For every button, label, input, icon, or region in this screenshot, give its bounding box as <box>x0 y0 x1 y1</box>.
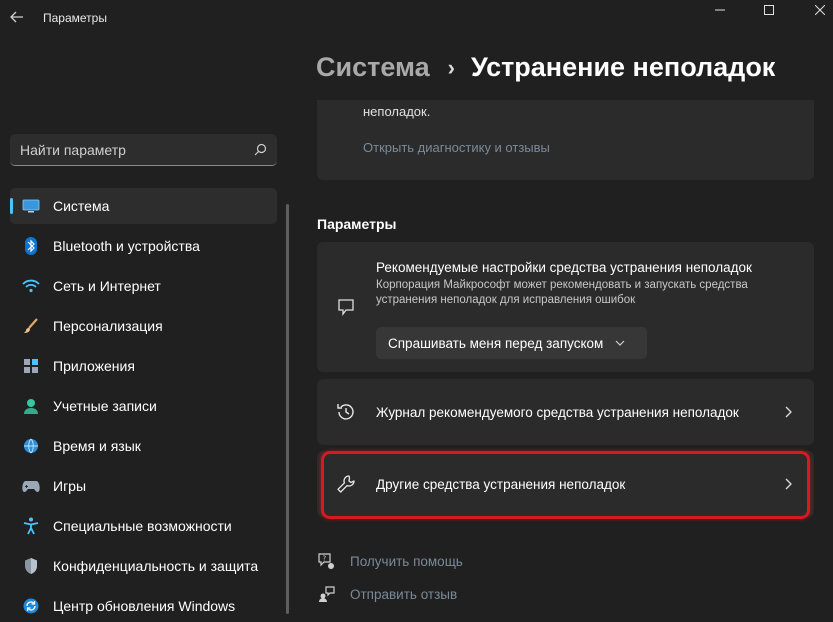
dropdown-value: Спрашивать меня перед запуском <box>388 335 604 351</box>
sidebar-item-label: Игры <box>53 478 87 494</box>
sidebar-item-label: Время и язык <box>53 438 141 454</box>
apps-icon <box>22 357 40 375</box>
sidebar-nav: Система Bluetooth и устройства Сеть и Ин… <box>10 188 277 622</box>
app-title: Параметры <box>43 11 107 25</box>
user-icon <box>22 397 40 415</box>
bluetooth-icon <box>22 237 40 255</box>
close-icon <box>815 5 825 15</box>
sidebar-item-accounts[interactable]: Учетные записи <box>10 388 277 424</box>
back-button[interactable] <box>6 6 28 28</box>
sidebar-scrollbar[interactable] <box>286 204 289 614</box>
send-feedback-link[interactable]: Отправить отзыв <box>317 585 457 603</box>
other-troubleshooters-card[interactable]: Другие средства устранения неполадок <box>317 451 814 517</box>
sidebar-item-label: Центр обновления Windows <box>53 598 236 614</box>
minimize-button[interactable] <box>700 0 740 20</box>
sidebar-item-label: Bluetooth и устройства <box>53 238 200 254</box>
breadcrumb: Система › Устранение неполадок <box>316 52 775 83</box>
history-icon <box>335 401 357 423</box>
sidebar-item-network[interactable]: Сеть и Интернет <box>10 268 277 304</box>
sidebar-item-label: Персонализация <box>53 318 163 334</box>
chevron-down-icon <box>615 340 625 346</box>
sidebar-item-label: Учетные записи <box>53 398 157 414</box>
sidebar-item-label: Сеть и Интернет <box>53 278 161 294</box>
sidebar-item-label: Приложения <box>53 358 135 374</box>
recommended-settings-title: Рекомендуемые настройки средства устране… <box>376 260 752 275</box>
wrench-icon <box>335 473 357 495</box>
sidebar-item-windows-update[interactable]: Центр обновления Windows <box>10 588 277 622</box>
recommended-settings-card: Рекомендуемые настройки средства устране… <box>317 242 814 372</box>
brush-icon <box>22 317 40 335</box>
maximize-icon <box>764 5 774 15</box>
breadcrumb-separator: › <box>447 54 455 80</box>
get-help-label: Получить помощь <box>350 553 463 569</box>
accessibility-icon <box>22 517 40 535</box>
maximize-button[interactable] <box>749 0 789 20</box>
minimize-icon <box>715 9 725 11</box>
sidebar-item-gaming[interactable]: Игры <box>10 468 277 504</box>
page-title: Устранение неполадок <box>470 52 776 82</box>
send-feedback-label: Отправить отзыв <box>350 586 458 602</box>
sidebar-item-bluetooth[interactable]: Bluetooth и устройства <box>10 228 277 264</box>
title-bar: Параметры <box>0 0 833 36</box>
troubleshooter-history-label: Журнал рекомендуемого средства устранени… <box>376 404 739 420</box>
search-icon[interactable] <box>253 143 267 157</box>
system-icon <box>22 197 40 215</box>
sidebar-item-system[interactable]: Система <box>10 188 277 224</box>
help-icon: ? <box>317 552 335 570</box>
chevron-right-icon <box>778 478 798 490</box>
run-mode-dropdown[interactable]: Спрашивать меня перед запуском <box>376 327 647 359</box>
chat-bubble-icon <box>337 298 355 321</box>
troubleshooter-history-card[interactable]: Журнал рекомендуемого средства устранени… <box>317 379 814 445</box>
wifi-icon <box>22 277 40 295</box>
sidebar-item-accessibility[interactable]: Специальные возможности <box>10 508 277 544</box>
svg-text:?: ? <box>323 555 327 563</box>
close-button[interactable] <box>800 0 833 20</box>
recommended-settings-description: Корпорация Майкрософт может рекомендоват… <box>376 279 748 306</box>
sidebar-item-time-language[interactable]: Время и язык <box>10 428 277 464</box>
sidebar-item-label: Система <box>53 198 110 214</box>
sidebar-item-privacy[interactable]: Конфиденциальность и защита <box>10 548 277 584</box>
gamepad-icon <box>22 477 40 495</box>
diagnostics-card-text: неполадок. <box>363 104 431 119</box>
other-troubleshooters-label: Другие средства устранения неполадок <box>376 476 626 492</box>
update-icon <box>22 597 40 615</box>
arrow-left-icon <box>10 11 23 23</box>
sidebar-item-apps[interactable]: Приложения <box>10 348 277 384</box>
shield-icon <box>22 557 40 575</box>
section-title: Параметры <box>317 216 397 232</box>
open-diagnostics-link[interactable]: Открыть диагностику и отзывы <box>363 140 550 155</box>
search-box[interactable] <box>10 134 277 166</box>
globe-icon <box>22 437 40 455</box>
diagnostics-card: неполадок. Открыть диагностику и отзывы <box>317 100 814 180</box>
get-help-link[interactable]: ? Получить помощь <box>317 552 463 570</box>
sidebar-item-label: Конфиденциальность и защита <box>53 558 259 574</box>
sidebar-item-personalization[interactable]: Персонализация <box>10 308 277 344</box>
feedback-icon <box>317 585 335 603</box>
chevron-right-icon <box>778 406 798 418</box>
sidebar-item-label: Специальные возможности <box>53 518 232 534</box>
breadcrumb-parent[interactable]: Система <box>316 52 430 83</box>
search-input[interactable] <box>20 141 253 158</box>
